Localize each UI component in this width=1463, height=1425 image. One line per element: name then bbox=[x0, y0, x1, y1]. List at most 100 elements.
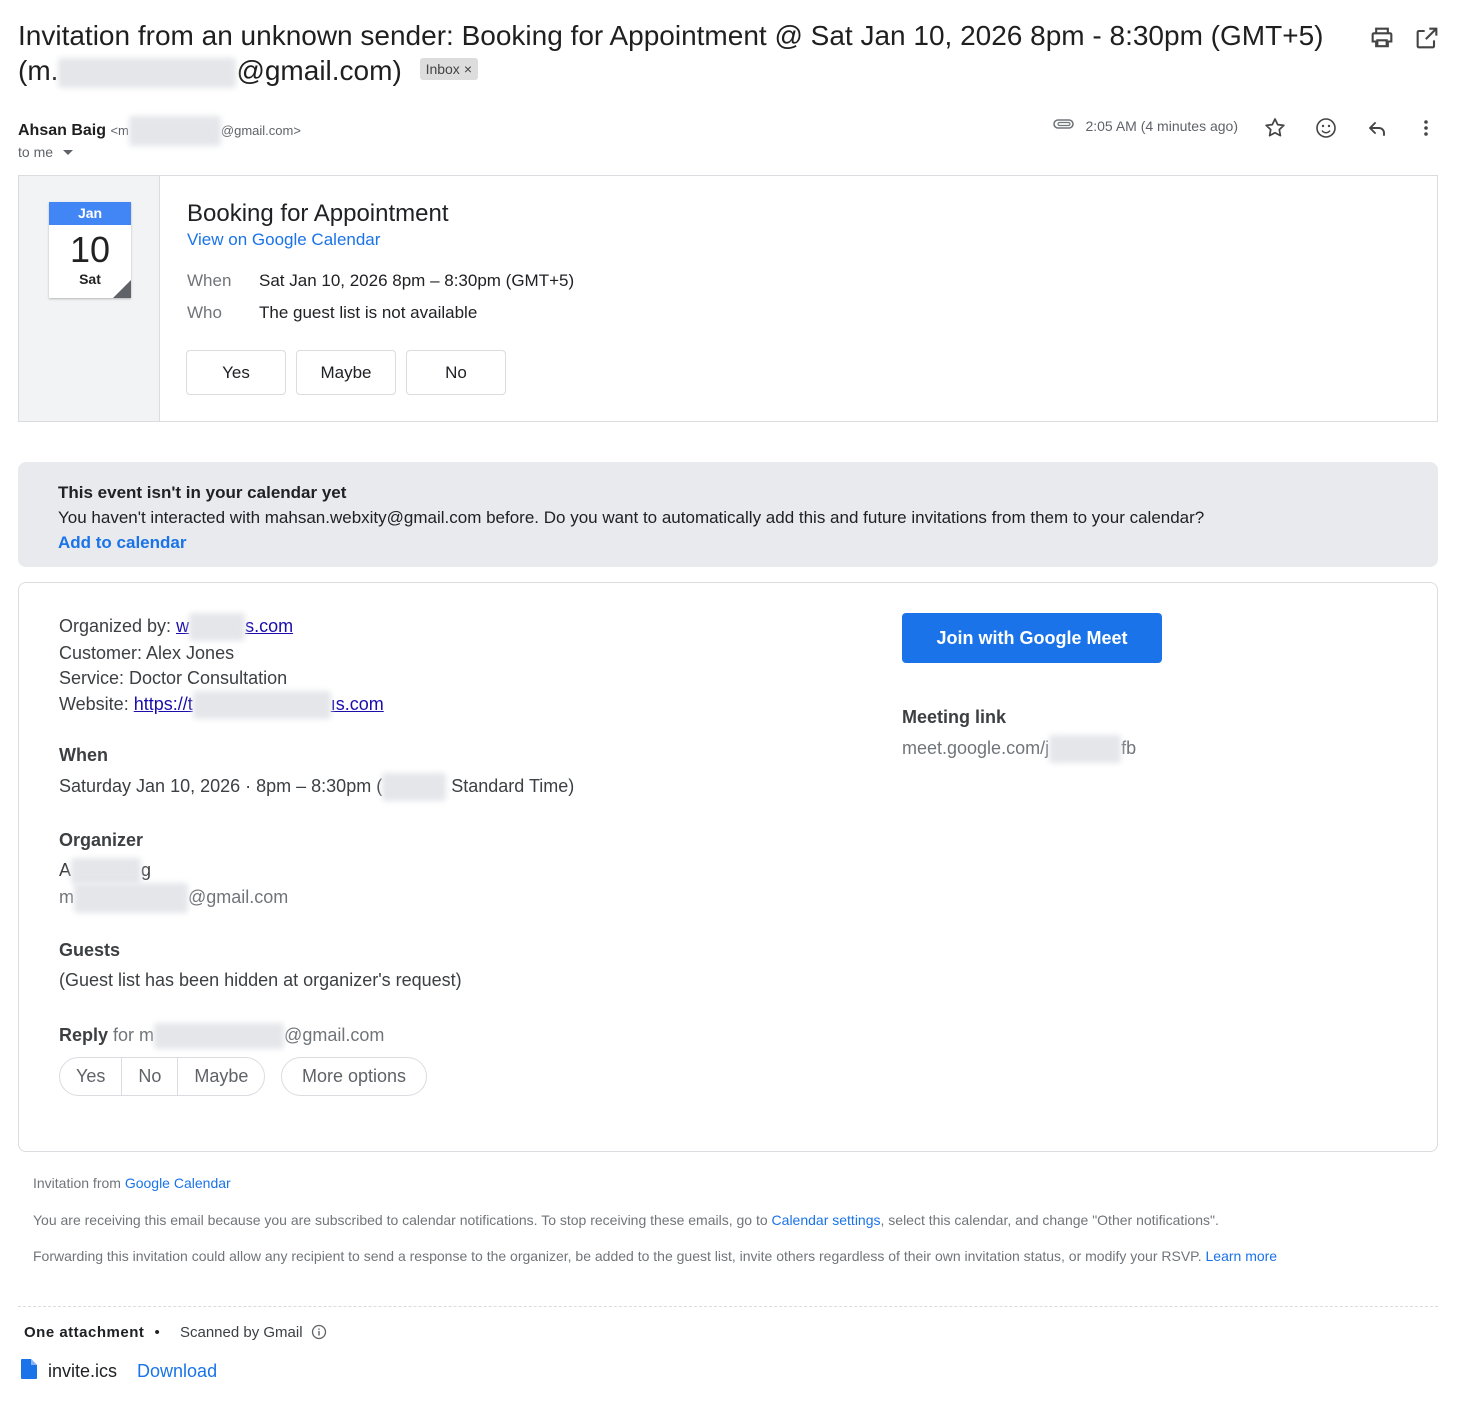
redacted-text bbox=[71, 858, 142, 885]
when-heading: When bbox=[59, 745, 108, 765]
attachment-item[interactable]: invite.ics Download bbox=[20, 1358, 217, 1385]
organizer-name: Ag bbox=[59, 858, 152, 885]
event-title: Booking for Appointment bbox=[187, 200, 449, 227]
service-line: Service: Doctor Consultation bbox=[59, 668, 288, 688]
sender-info: Ahsan Baig <m @gmail.com> bbox=[18, 116, 301, 146]
calendar-date-icon: Jan 10 Sat bbox=[49, 202, 131, 298]
rsvp-yes-button[interactable]: Yes bbox=[186, 350, 286, 395]
attachment-file-name: invite.ics bbox=[48, 1361, 118, 1381]
guests-text: (Guest list has been hidden at organizer… bbox=[59, 970, 462, 990]
redacted-text bbox=[58, 57, 237, 88]
meeting-link[interactable]: meet.google.com/j fb bbox=[902, 735, 1136, 763]
organized-by-line: Organized by: w s.com bbox=[59, 613, 859, 641]
event-date-panel: Jan 10 Sat bbox=[19, 176, 160, 421]
reply-for-line: Reply for m @gmail.com bbox=[59, 1023, 384, 1050]
sender-email-start: <m bbox=[110, 123, 129, 139]
emoji-reaction-icon[interactable] bbox=[1313, 115, 1339, 141]
open-in-new-window-icon[interactable] bbox=[1413, 24, 1441, 52]
reply-icon[interactable] bbox=[1364, 115, 1390, 141]
organized-by-end: s.com bbox=[245, 615, 294, 636]
print-icon[interactable] bbox=[1368, 24, 1396, 52]
organizer-name-end: g bbox=[141, 860, 152, 880]
event-card: Jan 10 Sat Booking for Appointment View … bbox=[18, 175, 1438, 422]
subject-email-start: (m. bbox=[18, 55, 59, 86]
when-value: Sat Jan 10, 2026 8pm – 8:30pm (GMT+5) bbox=[259, 271, 575, 290]
banner-title: This event isn't in your calendar yet bbox=[58, 483, 347, 502]
reply-yes-button[interactable]: Yes bbox=[60, 1058, 123, 1095]
reply-maybe-button[interactable]: Maybe bbox=[178, 1058, 264, 1095]
redacted-text bbox=[154, 1023, 285, 1050]
google-calendar-link[interactable]: Google Calendar bbox=[125, 1175, 231, 1191]
download-link[interactable]: Download bbox=[137, 1361, 217, 1382]
star-icon[interactable] bbox=[1262, 115, 1288, 141]
recipient-toggle[interactable]: to me bbox=[18, 144, 73, 160]
organizer-email: m @gmail.com bbox=[59, 883, 288, 913]
add-to-calendar-link[interactable]: Add to calendar bbox=[58, 530, 1398, 555]
when-label: When bbox=[187, 271, 232, 290]
organized-by-link[interactable]: w s.com bbox=[176, 613, 294, 641]
event-when-row: When Sat Jan 10, 2026 8pm – 8:30pm (GMT+5… bbox=[187, 271, 574, 291]
event-description: Organized by: w s.com Customer: Alex Jone… bbox=[59, 613, 859, 719]
redacted-text bbox=[74, 883, 188, 913]
invitation-from-label: Invitation from bbox=[33, 1175, 125, 1191]
website-label: Website: bbox=[59, 693, 134, 714]
redacted-text bbox=[189, 613, 246, 641]
paperclip-icon bbox=[1053, 117, 1075, 134]
scanned-by-gmail: Scanned by Gmail bbox=[179, 1324, 303, 1341]
organizer-email-end: @gmail.com bbox=[188, 886, 289, 907]
attachments-header: One attachment • Scanned by Gmail bbox=[24, 1324, 327, 1344]
subscription-notice-start: You are receiving this email because you… bbox=[33, 1212, 772, 1228]
attachments-divider bbox=[18, 1306, 1438, 1307]
sender-name: Ahsan Baig bbox=[18, 122, 107, 140]
redacted-text bbox=[128, 116, 221, 146]
calendar-settings-link[interactable]: Calendar settings bbox=[772, 1212, 881, 1228]
calendar-day: 10 bbox=[69, 229, 111, 270]
redacted-text bbox=[192, 691, 331, 719]
customer-line: Customer: Alex Jones bbox=[59, 643, 235, 663]
redacted-text bbox=[382, 773, 447, 801]
chevron-down-icon[interactable] bbox=[62, 150, 73, 155]
rsvp-no-button[interactable]: No bbox=[406, 350, 506, 395]
unknown-sender-banner: This event isn't in your calendar yet Yo… bbox=[18, 462, 1438, 567]
when-details-start: Saturday Jan 10, 2026 · 8pm – 8:30pm ( bbox=[59, 775, 383, 796]
reply-heading: Reply bbox=[59, 1025, 109, 1045]
subject-email-end: @gmail.com) bbox=[236, 55, 402, 86]
message-meta: 2:05 AM (4 minutes ago) bbox=[1053, 117, 1238, 134]
info-icon[interactable] bbox=[311, 1324, 327, 1344]
inbox-label-chip[interactable]: Inbox × bbox=[419, 58, 478, 80]
organizer-email-start: m bbox=[59, 886, 74, 907]
organized-by-start: w bbox=[176, 615, 190, 636]
learn-more-link[interactable]: Learn more bbox=[1206, 1248, 1278, 1264]
website-link[interactable]: https://t ıs.com bbox=[134, 691, 384, 719]
join-google-meet-button[interactable]: Join with Google Meet bbox=[902, 613, 1162, 663]
file-icon bbox=[20, 1358, 38, 1385]
meeting-link-heading: Meeting link bbox=[902, 707, 1007, 727]
subscription-notice-end: , select this calendar, and change "Othe… bbox=[880, 1212, 1219, 1228]
who-label: Who bbox=[187, 303, 222, 322]
more-options-button[interactable]: More options bbox=[281, 1057, 428, 1096]
when-details: Saturday Jan 10, 2026 · 8pm – 8:30pm ( S… bbox=[59, 773, 574, 801]
who-value: The guest list is not available bbox=[259, 303, 478, 322]
meeting-link-end: fb bbox=[1121, 737, 1137, 758]
banner-message: You haven't interacted with mahsan.webxi… bbox=[58, 508, 1205, 527]
invitation-source: Invitation from Google Calendar bbox=[33, 1175, 231, 1191]
reply-no-button[interactable]: No bbox=[122, 1058, 179, 1095]
forwarding-notice-text: Forwarding this invitation could allow a… bbox=[33, 1248, 1206, 1264]
subject-text: Invitation from an unknown sender: Booki… bbox=[18, 20, 1324, 51]
redacted-text bbox=[1049, 735, 1122, 763]
more-vertical-icon[interactable] bbox=[1413, 115, 1439, 141]
recipient-label: to me bbox=[18, 144, 54, 160]
page-fold-icon bbox=[113, 280, 131, 298]
calendar-month: Jan bbox=[49, 202, 131, 225]
meeting-link-start: meet.google.com/j bbox=[902, 737, 1050, 758]
sender-email-end: @gmail.com> bbox=[220, 123, 301, 139]
attachment-count: One attachment bbox=[24, 1324, 145, 1341]
guests-heading: Guests bbox=[59, 940, 121, 960]
rsvp-maybe-button[interactable]: Maybe bbox=[296, 350, 396, 395]
event-who-row: Who The guest list is not available bbox=[187, 303, 477, 323]
attachment-separator: • bbox=[154, 1324, 160, 1341]
view-on-calendar-link[interactable]: View on Google Calendar bbox=[187, 230, 380, 250]
event-details-card: Organized by: w s.com Customer: Alex Jone… bbox=[18, 582, 1438, 1152]
subscription-notice: You are receiving this email because you… bbox=[33, 1212, 1219, 1228]
remove-label-icon[interactable]: × bbox=[464, 61, 472, 77]
